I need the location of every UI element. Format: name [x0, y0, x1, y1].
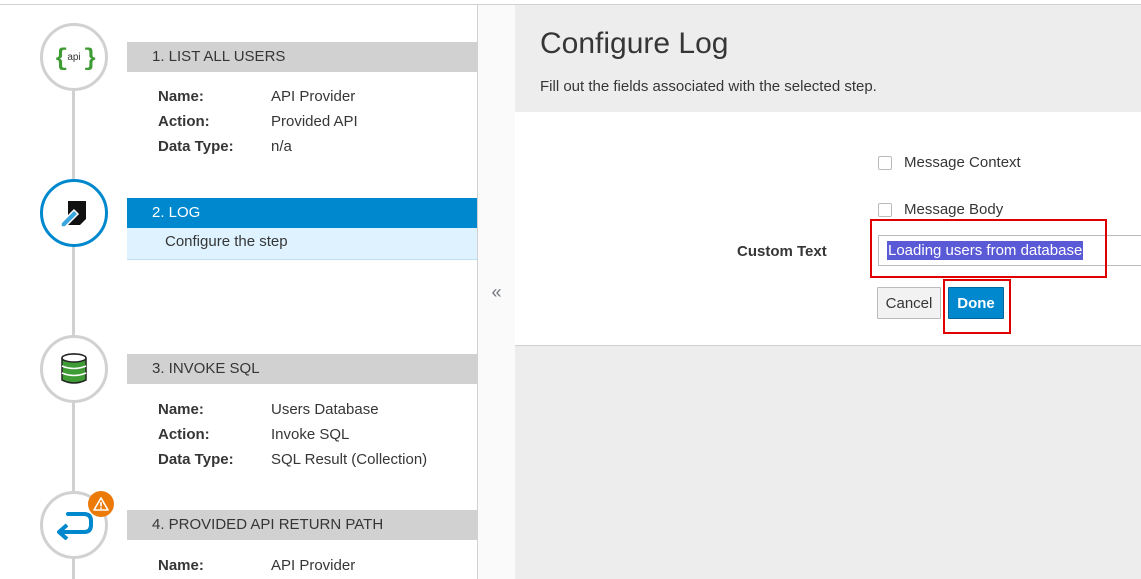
detail-key: Action:: [158, 426, 210, 443]
detail-row: Data Type: SQL Result (Collection): [158, 447, 427, 472]
step-1-header[interactable]: 1. LIST ALL USERS: [127, 42, 477, 72]
collapse-panel-button[interactable]: «: [477, 5, 515, 579]
detail-value: API Provider: [271, 88, 356, 105]
detail-value: API Provider: [271, 557, 356, 574]
detail-key: Name:: [158, 401, 204, 418]
double-chevron-left-icon: «: [491, 281, 502, 302]
configure-header: Configure Log Fill out the fields associ…: [515, 5, 1141, 112]
step-2-subtitle: Configure the step: [127, 228, 477, 260]
detail-value: SQL Result (Collection): [271, 451, 428, 468]
message-context-checkbox[interactable]: [878, 155, 892, 170]
integration-flow-panel: { } api 1. LIST ALL USERS Name: API Provi…: [0, 5, 477, 579]
svg-text:}: }: [83, 46, 96, 73]
svg-text:{: {: [54, 46, 68, 73]
step-1-icon-circle[interactable]: { } api: [40, 23, 108, 91]
step-3-icon-circle[interactable]: [40, 335, 108, 403]
done-highlight-box: [943, 279, 1011, 334]
detail-value: Invoke SQL: [271, 426, 350, 443]
log-config-form: Message Context Message Body Custom Text…: [515, 112, 1141, 346]
detail-key: Data Type:: [158, 138, 234, 155]
detail-row: Name: API Provider: [158, 553, 355, 578]
detail-row: Name: API Provider: [158, 84, 358, 109]
step-2-header[interactable]: 2. LOG: [127, 198, 477, 228]
message-body-option[interactable]: Message Body: [878, 201, 1003, 218]
step-1-details: Name: API Provider Action: Provided API Da…: [158, 84, 358, 159]
detail-row: Name: Users Database: [158, 397, 427, 422]
step-3-details: Name: Users Database Action: Invoke SQL Da…: [158, 397, 427, 472]
database-icon: [61, 353, 87, 384]
message-context-option[interactable]: Message Context: [878, 154, 1021, 171]
detail-key: Name:: [158, 557, 204, 574]
step-4-details: Name: API Provider: [158, 553, 355, 578]
detail-row: Action: Provided API: [158, 109, 358, 134]
log-edit-icon: [60, 201, 86, 228]
warning-icon[interactable]: [88, 491, 114, 517]
step-2-icon-circle[interactable]: [40, 179, 108, 247]
detail-key: Action:: [158, 113, 210, 130]
custom-text-label: Custom Text: [737, 243, 827, 260]
message-context-label: Message Context: [904, 154, 1021, 171]
message-body-checkbox[interactable]: [878, 202, 892, 217]
step-3-header[interactable]: 3. INVOKE SQL: [127, 354, 477, 384]
configure-panel: Configure Log Fill out the fields associ…: [515, 5, 1141, 579]
detail-key: Name:: [158, 88, 204, 105]
detail-value: Provided API: [271, 113, 358, 130]
detail-row: Action: Invoke SQL: [158, 422, 427, 447]
message-body-label: Message Body: [904, 201, 1004, 218]
detail-value: n/a: [271, 138, 292, 155]
page-title: Configure Log: [540, 27, 729, 60]
custom-text-highlight-box: [870, 219, 1107, 278]
api-icon-text: api: [67, 51, 81, 63]
return-arrow-icon: [57, 512, 93, 540]
cancel-button[interactable]: Cancel: [877, 287, 941, 319]
detail-row: Data Type: n/a: [158, 134, 358, 159]
step-4-header[interactable]: 4. PROVIDED API RETURN PATH: [127, 510, 477, 540]
page-description: Fill out the fields associated with the …: [540, 78, 877, 95]
detail-value: Users Database: [271, 401, 379, 418]
detail-key: Data Type:: [158, 451, 234, 468]
